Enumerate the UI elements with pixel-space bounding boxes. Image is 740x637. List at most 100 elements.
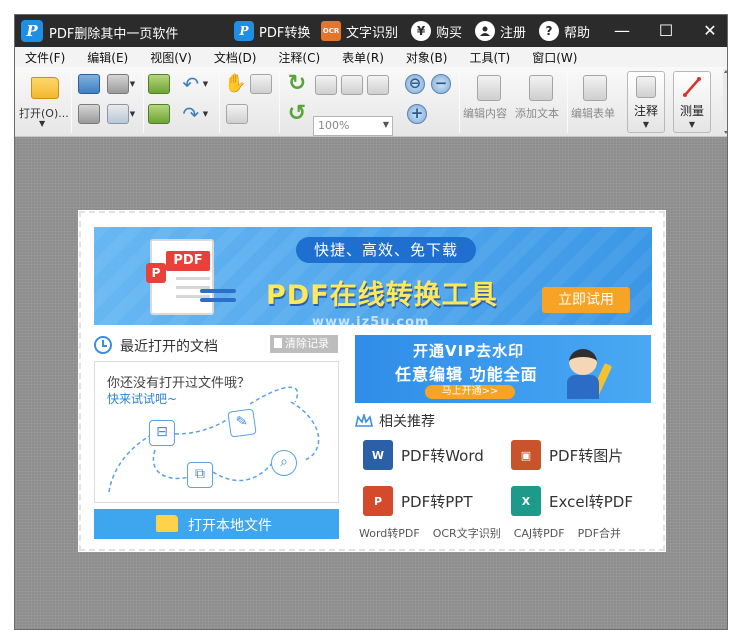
start-panel: PDF P 快捷、高效、免下载 PDF在线转换工具 立即试用 www.jz5u.… [79, 211, 665, 551]
pdf-to-word-item[interactable]: W PDF转Word [363, 439, 484, 471]
export-button[interactable] [147, 103, 171, 125]
import-button[interactable] [147, 73, 171, 95]
vip-open-button[interactable]: 马上开通>> [425, 385, 515, 399]
toolbar: 打开(O)... ▼ ▼ ▼ ↶ ▼ ↷ ▼ ✋ ↻ ↺ 100% ▼ ⊖ − + … [15, 67, 727, 137]
ocr-label: 文字识别 [346, 25, 399, 41]
open-dropdown-arrow[interactable]: ▼ [39, 119, 45, 128]
pdf-to-word-label: PDF转Word [401, 446, 484, 465]
annotate-icon [636, 76, 656, 98]
help-button[interactable]: ? 帮助 [539, 21, 590, 41]
rotate-clockwise-icon: ↻ [287, 71, 307, 96]
menu-document[interactable]: 文档(D) [214, 49, 257, 66]
recent-docs-list: 你还没有打开过文件哦？ 快来试试吧~ ⊟ ✎ ⧉ ⌕ [94, 361, 339, 503]
mail-icon [106, 104, 129, 124]
buy-button[interactable]: ¥ 购买 [411, 21, 462, 41]
pdf-badge: PDF [166, 251, 210, 271]
export-icon [148, 104, 170, 124]
excel-to-pdf-item[interactable]: X Excel转PDF [511, 485, 633, 517]
printer-icon [106, 74, 129, 94]
measure-button[interactable]: 测量 ▼ [673, 71, 711, 133]
zoom-select[interactable]: 100% ▼ [313, 116, 393, 136]
caj-to-pdf-link[interactable]: CAJ转PDF [514, 525, 565, 541]
import-icon [148, 74, 170, 94]
measure-label: 测量 [679, 104, 704, 118]
redo-icon: ↷ [182, 102, 200, 126]
zoom-in-button[interactable]: + [405, 103, 429, 125]
print-button[interactable]: ▼ [103, 73, 139, 95]
folder-icon [31, 77, 59, 99]
open-local-file-button[interactable]: 打开本地文件 [94, 509, 339, 539]
fit-width-button[interactable] [367, 75, 389, 95]
hand-tool-button[interactable]: ✋ [223, 73, 247, 95]
mascot-illustration [561, 343, 613, 400]
menu-tools[interactable]: 工具(T) [469, 49, 510, 66]
edit-pencil-icon: ✎ [227, 408, 257, 438]
toolbar-separator [459, 71, 460, 133]
select-text-button[interactable] [249, 73, 273, 95]
minus-icon: − [431, 74, 451, 94]
word-to-pdf-link[interactable]: Word转PDF [359, 525, 420, 541]
clock-icon [94, 336, 112, 354]
search-icon: ⌕ [271, 450, 297, 476]
word-doc-icon: W [363, 440, 393, 470]
annotate-button[interactable]: 注释 ▼ [627, 71, 665, 133]
snapshot-button[interactable] [225, 103, 249, 125]
toolbar-scroll[interactable] [723, 69, 727, 135]
crown-icon [355, 414, 373, 427]
pdf-convert-button[interactable]: P PDF转换 [234, 21, 310, 41]
site-watermark: www.jz5u.com [312, 315, 430, 325]
pdf-merge-link[interactable]: PDF合并 [578, 525, 621, 541]
clear-history-button[interactable]: 清除记录 [270, 335, 338, 353]
menu-comment[interactable]: 注释(C) [278, 49, 320, 66]
menu-form[interactable]: 表单(R) [342, 49, 384, 66]
fit-width-icon [367, 75, 389, 95]
recent-docs-title: 最近打开的文档 [120, 339, 218, 355]
pdf-convert-icon: P [234, 21, 254, 41]
app-logo-icon: P [21, 20, 43, 42]
undo-button[interactable]: ↶ ▼ [175, 73, 213, 95]
save-button[interactable] [77, 73, 101, 95]
zoom-out-tool-button[interactable]: ⊖ [403, 73, 427, 95]
try-now-button[interactable]: 立即试用 [542, 287, 630, 313]
pdf-to-ppt-item[interactable]: P PDF转PPT [363, 485, 472, 517]
add-text-button[interactable] [527, 73, 555, 103]
vip-headline: 开通VIP去水印 [413, 342, 525, 360]
pdf-to-image-item[interactable]: ▣ PDF转图片 [511, 439, 623, 471]
menu-view[interactable]: 视图(V) [150, 49, 192, 66]
edit-content-label: 编辑内容 [463, 107, 507, 120]
edit-content-button[interactable] [475, 73, 503, 103]
menu-window[interactable]: 窗口(W) [532, 49, 577, 66]
excel-icon: X [511, 486, 541, 516]
close-button[interactable]: ✕ [697, 21, 723, 41]
minimize-button[interactable]: — [609, 21, 635, 41]
toolbar-separator [219, 71, 220, 133]
email-button[interactable]: ▼ [103, 103, 139, 125]
fit-page-button[interactable] [341, 75, 363, 95]
p-badge: P [146, 263, 166, 283]
register-button[interactable]: 注册 [475, 21, 526, 41]
pdf-to-ppt-label: PDF转PPT [401, 492, 473, 511]
rotate-cw-button[interactable]: ↻ [285, 73, 309, 95]
vip-banner[interactable]: 开通VIP去水印 任意编辑 功能全面 马上开通>> [355, 335, 651, 403]
menu-file[interactable]: 文件(F) [25, 49, 65, 66]
edit-form-button[interactable] [581, 73, 609, 103]
zoom-out-button[interactable]: − [429, 73, 453, 95]
rotate-ccw-button[interactable]: ↺ [285, 103, 309, 125]
online-tool-banner[interactable]: PDF P 快捷、高效、免下载 PDF在线转换工具 立即试用 www.jz5u.… [94, 227, 652, 325]
print-preview-button[interactable] [77, 103, 101, 125]
recommend-title: 相关推荐 [379, 414, 435, 430]
maximize-button[interactable]: ☐ [653, 21, 679, 41]
menu-edit[interactable]: 编辑(E) [87, 49, 128, 66]
redo-button[interactable]: ↷ ▼ [175, 103, 213, 125]
help-label: 帮助 [564, 25, 591, 41]
undo-icon: ↶ [182, 72, 200, 96]
menu-object[interactable]: 对象(B) [406, 49, 448, 66]
recent-docs-header: 最近打开的文档 清除记录 [94, 335, 339, 357]
clear-history-label: 清除记录 [285, 337, 329, 350]
ocr-link[interactable]: OCR文字识别 [433, 525, 501, 541]
menu-bar: 文件(F) 编辑(E) 视图(V) 文档(D) 注释(C) 表单(R) 对象(B… [15, 47, 727, 67]
ocr-button[interactable]: OCR 文字识别 [321, 21, 398, 41]
open-button[interactable] [27, 73, 63, 103]
pdf-convert-label: PDF转换 [259, 25, 311, 41]
actual-size-button[interactable] [315, 75, 337, 95]
